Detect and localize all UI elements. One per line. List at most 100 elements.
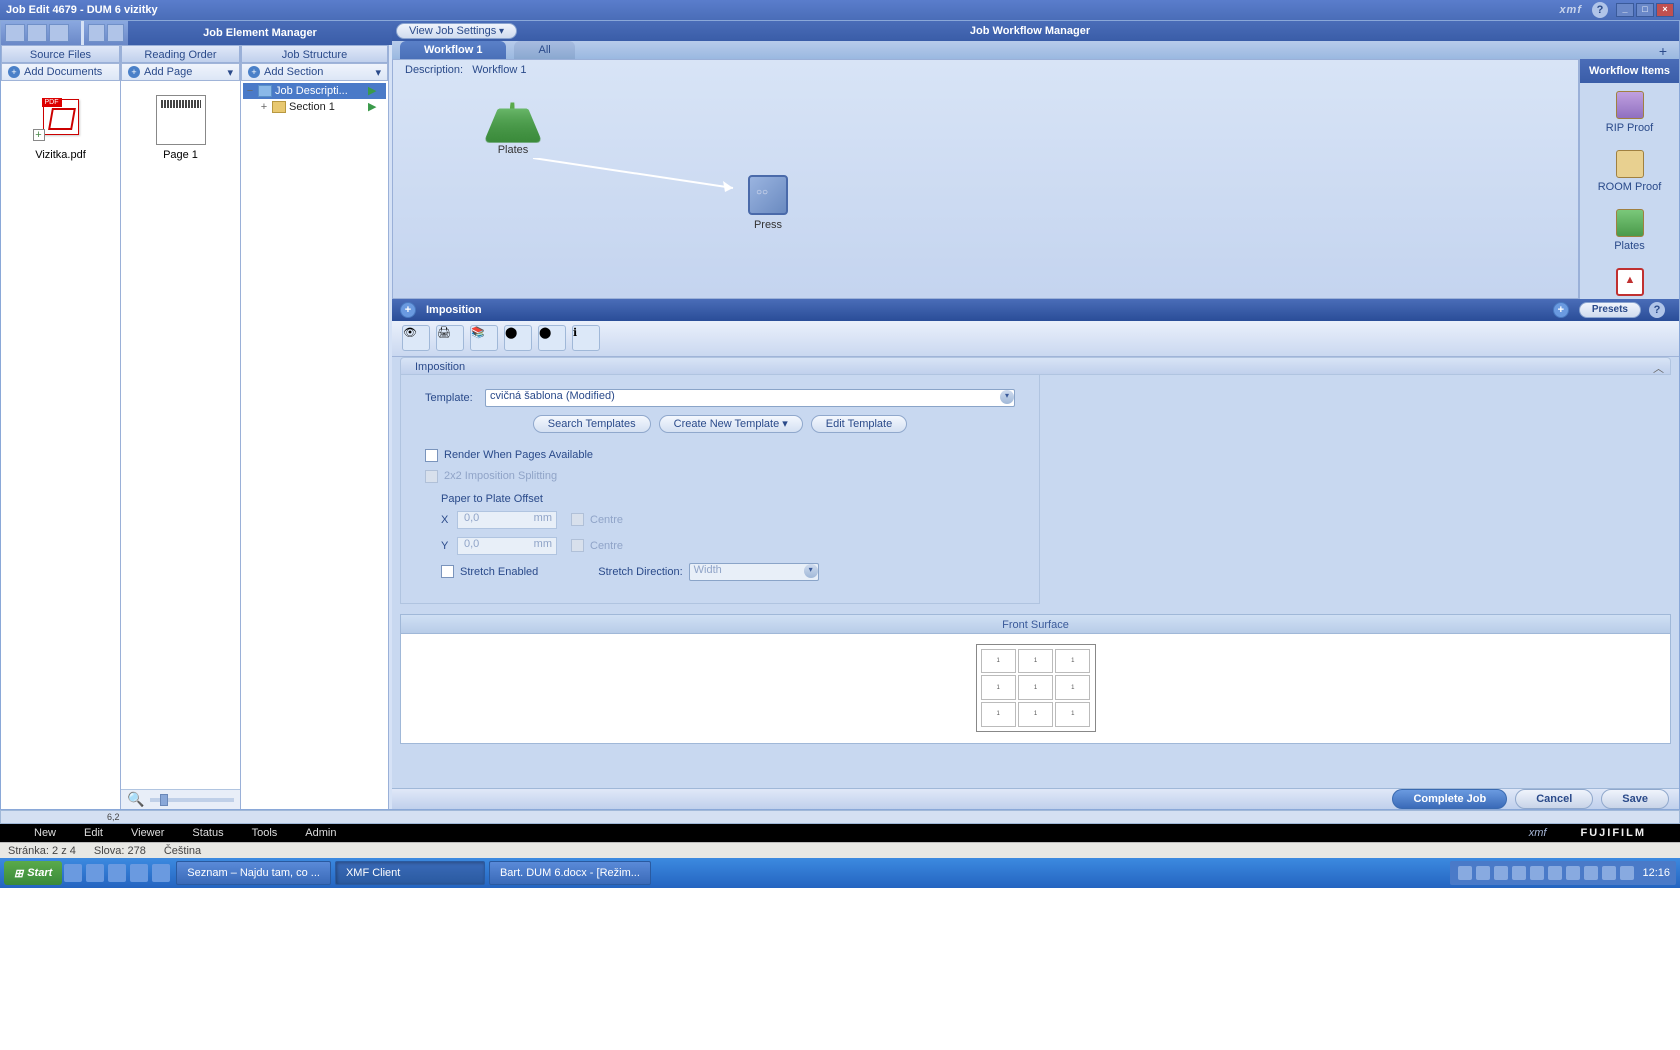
dropdown-arrow-icon[interactable]: ▾ [227,66,233,79]
menu-viewer[interactable]: Viewer [131,827,164,839]
tool-icon[interactable] [107,24,124,42]
help-button[interactable]: ? [1592,2,1608,18]
create-template-button[interactable]: Create New Template ▾ [659,415,803,433]
add-section-button[interactable]: + Add Section ▾ [241,63,388,81]
maximize-button[interactable]: □ [1636,3,1654,17]
source-files-column: Source Files + Add Documents + Vizitka.p… [1,45,121,809]
taskbar-task-seznam[interactable]: Seznam – Najdu tam, co ... [176,861,331,885]
quicklaunch-icon[interactable] [130,864,148,882]
status-page[interactable]: Stránka: 2 z 4 [8,845,76,857]
imposition-add-button[interactable]: + [400,302,416,318]
impo-tool-info[interactable]: ℹ [572,325,600,351]
workflow-node-plates[interactable]: Plates [493,100,533,156]
taskbar-task-xmf[interactable]: XMF Client [335,861,485,885]
tab-workflow-1[interactable]: Workflow 1 [400,41,506,59]
collapse-icon[interactable]: − [245,85,255,97]
presets-button[interactable]: Presets [1579,302,1641,318]
search-templates-button[interactable]: Search Templates [533,415,651,433]
tree-item-section-1[interactable]: + Section 1 ▶ [243,99,386,115]
tool-icon[interactable] [88,24,105,42]
job-structure-header[interactable]: Job Structure [241,45,388,63]
play-icon[interactable]: ▶ [368,84,384,98]
tray-icon[interactable] [1458,866,1472,880]
template-dropdown[interactable]: cvičná šablona (Modified) [485,389,1015,407]
workflow-items-header: Workflow Items [1580,59,1679,83]
tray-icon[interactable] [1566,866,1580,880]
front-surface-header: Front Surface [400,614,1671,634]
source-files-header[interactable]: Source Files [1,45,120,63]
tray-icon[interactable] [1584,866,1598,880]
zoom-slider[interactable] [150,798,234,802]
presets-add-button[interactable]: + [1553,302,1569,318]
menu-admin[interactable]: Admin [305,827,336,839]
status-lang[interactable]: Čeština [164,845,201,857]
quicklaunch-icon[interactable] [152,864,170,882]
expand-icon[interactable]: + [259,101,269,113]
tray-icon[interactable] [1476,866,1490,880]
save-button[interactable]: Save [1601,789,1669,809]
render-checkbox[interactable] [425,449,438,462]
workflow-item-room-proof[interactable]: ROOM Proof [1580,142,1679,201]
tool-icon[interactable] [27,24,47,42]
add-documents-button[interactable]: + Add Documents [1,63,120,81]
imposition-help-button[interactable]: ? [1649,302,1665,318]
add-page-button[interactable]: + Add Page ▾ [121,63,240,81]
menu-status[interactable]: Status [192,827,223,839]
quicklaunch-icon[interactable] [108,864,126,882]
menu-new[interactable]: New [34,827,56,839]
complete-job-button[interactable]: Complete Job [1392,789,1507,809]
impo-tool-print[interactable]: 🖨 [436,325,464,351]
close-button[interactable]: × [1656,3,1674,17]
tool-icon[interactable] [49,24,69,42]
pdf-icon [1616,268,1644,296]
minimize-button[interactable]: _ [1616,3,1634,17]
room-proof-icon [1616,150,1644,178]
page-thumbnail[interactable]: Page 1 [127,95,234,161]
surface-thumbnail[interactable]: 111 111 111 [976,644,1096,732]
plus-icon: + [248,66,260,78]
tray-icon[interactable] [1530,866,1544,880]
impo-tool-stack[interactable]: 📚 [470,325,498,351]
tray-icon[interactable] [1620,866,1634,880]
tray-icon[interactable] [1494,866,1508,880]
tab-all[interactable]: All [514,41,574,59]
tray-icon[interactable] [1548,866,1562,880]
view-job-settings-button[interactable]: View Job Settings ▾ [396,23,517,39]
plus-icon: + [8,66,20,78]
impo-tool-separations[interactable]: ⬤ [538,325,566,351]
source-file-item[interactable]: + Vizitka.pdf [7,99,114,161]
reading-order-header[interactable]: Reading Order [121,45,240,63]
start-button[interactable]: ⊞Start [4,861,62,885]
play-icon[interactable]: ▶ [368,100,384,114]
menu-edit[interactable]: Edit [84,827,103,839]
tray-icon[interactable] [1602,866,1616,880]
workflow-node-press[interactable]: Press [748,175,788,231]
taskbar-task-word[interactable]: Bart. DUM 6.docx - [Režim... [489,861,651,885]
quicklaunch-icon[interactable] [64,864,82,882]
impo-tool-colors[interactable]: ⬤ [504,325,532,351]
cancel-button[interactable]: Cancel [1515,789,1593,809]
collapse-icon[interactable]: ︿ [1653,360,1664,378]
edit-template-button[interactable]: Edit Template [811,415,907,433]
tray-icon[interactable] [1512,866,1526,880]
workflow-description: Description: Workflow 1 [405,64,526,76]
taskbar-clock[interactable]: 12:16 [1642,867,1670,879]
tool-icon[interactable] [5,24,25,42]
dropdown-arrow-icon[interactable]: ▾ [375,66,381,79]
dropdown-arrow-icon[interactable]: ▾ [1000,390,1014,404]
impo-tool-preview[interactable]: 👁 [402,325,430,351]
stretch-checkbox[interactable] [441,565,454,578]
add-tab-button[interactable]: + [1647,43,1679,59]
horizontal-scrollbar[interactable]: 6,2 [0,810,1680,824]
workflow-item-rip-proof[interactable]: RIP Proof [1580,83,1679,142]
offset-y-input: 0,0 mm [457,537,557,555]
workflow-item-plates[interactable]: Plates [1580,201,1679,260]
quicklaunch-icon[interactable] [86,864,104,882]
workflow-canvas[interactable]: Description: Workflow 1 Plates Press [392,59,1579,299]
zoom-icon[interactable]: 🔍 [127,791,144,808]
menu-tools[interactable]: Tools [252,827,278,839]
tree-item-job-description[interactable]: − Job Descripti... ▶ [243,83,386,99]
status-words[interactable]: Slova: 278 [94,845,146,857]
system-tray: 12:16 [1450,861,1676,885]
expand-icon[interactable]: + [33,129,45,141]
